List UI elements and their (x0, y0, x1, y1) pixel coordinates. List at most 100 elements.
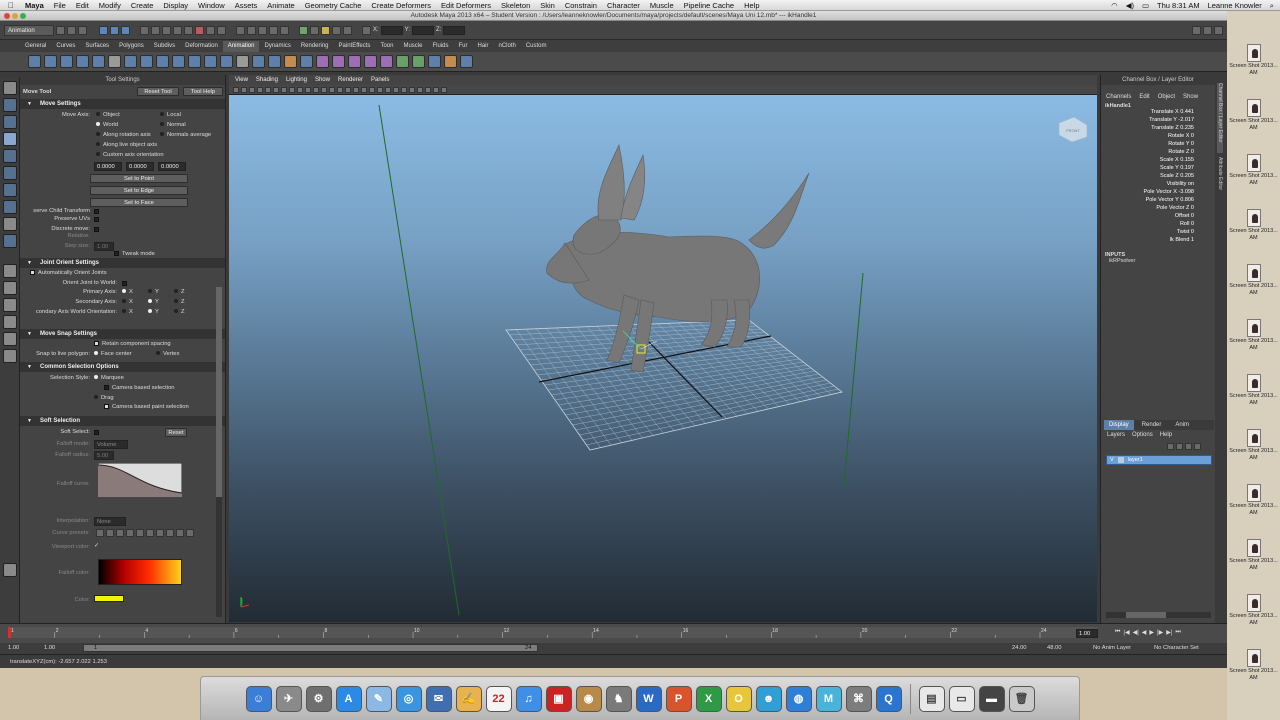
discrete-move-checkbox[interactable] (94, 227, 99, 232)
layer-scrollbar[interactable] (1106, 612, 1211, 618)
anim-start-field[interactable]: 1.00 (8, 645, 19, 651)
axis-custom-radio[interactable]: Custom axis orientation (96, 152, 164, 158)
anim-end-field[interactable]: 48.00 (1047, 645, 1062, 651)
paint-select-tool-icon[interactable] (3, 115, 17, 129)
persp-graph-layout-icon[interactable] (3, 315, 17, 329)
shelf-tab-general[interactable]: General (20, 41, 51, 52)
axis-normal-radio[interactable]: Normal (160, 122, 186, 128)
textured-icon[interactable] (345, 86, 351, 93)
finder-icon[interactable]: ☺ (245, 685, 272, 712)
menu-help[interactable]: Help (739, 1, 764, 10)
time-slider-ruler[interactable]: 1 2 4 6 8 10 12 14 16 18 20 22 24 (0, 624, 1100, 642)
tool-settings-toggle-icon[interactable] (1203, 25, 1212, 35)
curve-preset-4-icon[interactable] (126, 529, 134, 537)
shelf-tab-hair[interactable]: Hair (472, 41, 493, 52)
layer-menu-layers[interactable]: Layers (1107, 432, 1125, 438)
playback-start-field[interactable]: 1.00 (44, 645, 55, 651)
channel-menu-channels[interactable]: Channels (1106, 94, 1131, 100)
tool-help-button[interactable]: Tool Help (183, 87, 223, 96)
viewport-color-checkbox[interactable]: ✓ (94, 543, 99, 549)
last-tool-icon[interactable] (3, 234, 17, 248)
desktop-screenshot-icon[interactable]: Screen Shot 2013... AM (1227, 209, 1280, 264)
resolution-gate-icon[interactable] (281, 86, 287, 93)
menu-modify[interactable]: Modify (94, 1, 126, 10)
shelf-tab-deformation[interactable]: Deformation (180, 41, 223, 52)
primary-axis-z[interactable]: Z (174, 289, 185, 295)
falloff-mode-dropdown[interactable]: Volume (94, 440, 128, 449)
mask-dynamics-icon[interactable] (195, 25, 204, 35)
outlook-icon[interactable]: O (725, 685, 752, 712)
menu-edit[interactable]: Edit (71, 1, 94, 10)
shelf-paint-weights-icon[interactable] (284, 55, 297, 68)
range-bar[interactable]: 1 24 (83, 644, 538, 652)
excel-icon[interactable]: X (695, 685, 722, 712)
safe-title-icon[interactable] (313, 86, 319, 93)
axis-y-field[interactable]: 0.0000 (126, 162, 154, 171)
set-to-point-button[interactable]: Set to Point (90, 174, 188, 183)
channel-menu-edit[interactable]: Edit (1139, 94, 1149, 100)
axis-local-radio[interactable]: Local (160, 112, 181, 118)
system-preferences-icon[interactable]: ⚙ (305, 685, 332, 712)
ipr-render-icon[interactable] (332, 25, 341, 35)
powerpoint-icon[interactable]: P (665, 685, 692, 712)
vertex-radio[interactable]: Vertex (156, 351, 179, 357)
snap-curve-icon[interactable] (247, 25, 256, 35)
four-view-layout-icon[interactable] (3, 281, 17, 295)
layer-move-down-icon[interactable] (1176, 443, 1183, 450)
mask-deformations-icon[interactable] (184, 25, 193, 35)
attribute-editor-side-tab[interactable]: Attribute Editor (1217, 157, 1223, 202)
minimize-window-icon[interactable] (12, 13, 18, 19)
camera-select-icon[interactable] (233, 86, 239, 93)
camera-based-checkbox[interactable]: Camera based selection (104, 385, 175, 391)
shelf-aim-constraint-icon[interactable] (332, 55, 345, 68)
play-forwards-icon[interactable]: ▶ (1149, 629, 1154, 636)
shelf-curve-icon[interactable] (44, 55, 57, 68)
apple-icon[interactable]:  (0, 1, 20, 10)
layer-menu-help[interactable]: Help (1160, 432, 1172, 438)
history-icon[interactable] (299, 25, 308, 35)
time-slider[interactable]: 1 2 4 6 8 10 12 14 16 18 20 22 24 1.00 ⏮ |◀ ◀| ◀ ▶ |… (0, 623, 1227, 643)
curve-preset-6-icon[interactable] (146, 529, 154, 537)
select-tool-icon[interactable] (3, 81, 17, 95)
section-soft-selection[interactable]: Soft Selection (20, 416, 225, 426)
shelf-trax-icon[interactable] (108, 55, 121, 68)
lasso-tool-icon[interactable] (3, 98, 17, 112)
menu-display[interactable]: Display (158, 1, 193, 10)
select-object-icon[interactable] (110, 25, 119, 35)
viewport-menu-shading[interactable]: Shading (252, 77, 282, 83)
shelf-dopesheet-icon[interactable] (92, 55, 105, 68)
secondary-axis-z[interactable]: Z (174, 299, 185, 305)
channel-row[interactable]: Scale Y 0.197 (1101, 165, 1194, 171)
zoom-window-icon[interactable] (20, 13, 26, 19)
channel-row[interactable]: Translate Y -2.017 (1101, 117, 1194, 123)
y-field[interactable] (412, 25, 435, 35)
shelf-tab-custom[interactable]: Custom (521, 41, 552, 52)
photo-booth-icon[interactable]: ▣ (545, 685, 572, 712)
curve-preset-8-icon[interactable] (166, 529, 174, 537)
curve-preset-3-icon[interactable] (116, 529, 124, 537)
view-cube[interactable]: FRONT (1058, 116, 1088, 143)
step-forward-frame-icon[interactable]: |▶ (1157, 629, 1163, 636)
falloff-curve-graph[interactable] (98, 463, 182, 497)
shelf-tab-surfaces[interactable]: Surfaces (80, 41, 114, 52)
shelf-key-icon[interactable] (28, 55, 41, 68)
layer-tab-anim[interactable]: Anim (1169, 420, 1195, 430)
channel-row[interactable]: Offset 0 (1101, 213, 1194, 219)
battery-icon[interactable]: ▭ (1142, 1, 1149, 10)
smooth-shade-icon[interactable] (329, 86, 335, 93)
viewport-menu-show[interactable]: Show (311, 77, 334, 83)
soft-select-checkbox[interactable] (94, 430, 99, 435)
image-plane-icon[interactable] (257, 86, 263, 93)
drag-radio[interactable]: Drag (94, 395, 114, 401)
shelf-parent-icon[interactable] (300, 55, 313, 68)
section-joint-orient[interactable]: Joint Orient Settings (20, 258, 225, 268)
shelf-blend-icon[interactable] (444, 55, 457, 68)
network-icon[interactable]: ◍ (785, 685, 812, 712)
menu-animate[interactable]: Animate (262, 1, 300, 10)
input-field-mode-icon[interactable] (362, 25, 371, 35)
desktop-screenshot-icon[interactable]: Screen Shot 2013... AM (1227, 154, 1280, 209)
channel-box-side-tab[interactable]: Channel Box / Layer Editor (1217, 83, 1223, 153)
desktop-screenshot-icon[interactable]: Screen Shot 2013... AM (1227, 44, 1280, 99)
secondary-world-y[interactable]: Y (148, 309, 159, 315)
layer-menu-options[interactable]: Options (1132, 432, 1153, 438)
